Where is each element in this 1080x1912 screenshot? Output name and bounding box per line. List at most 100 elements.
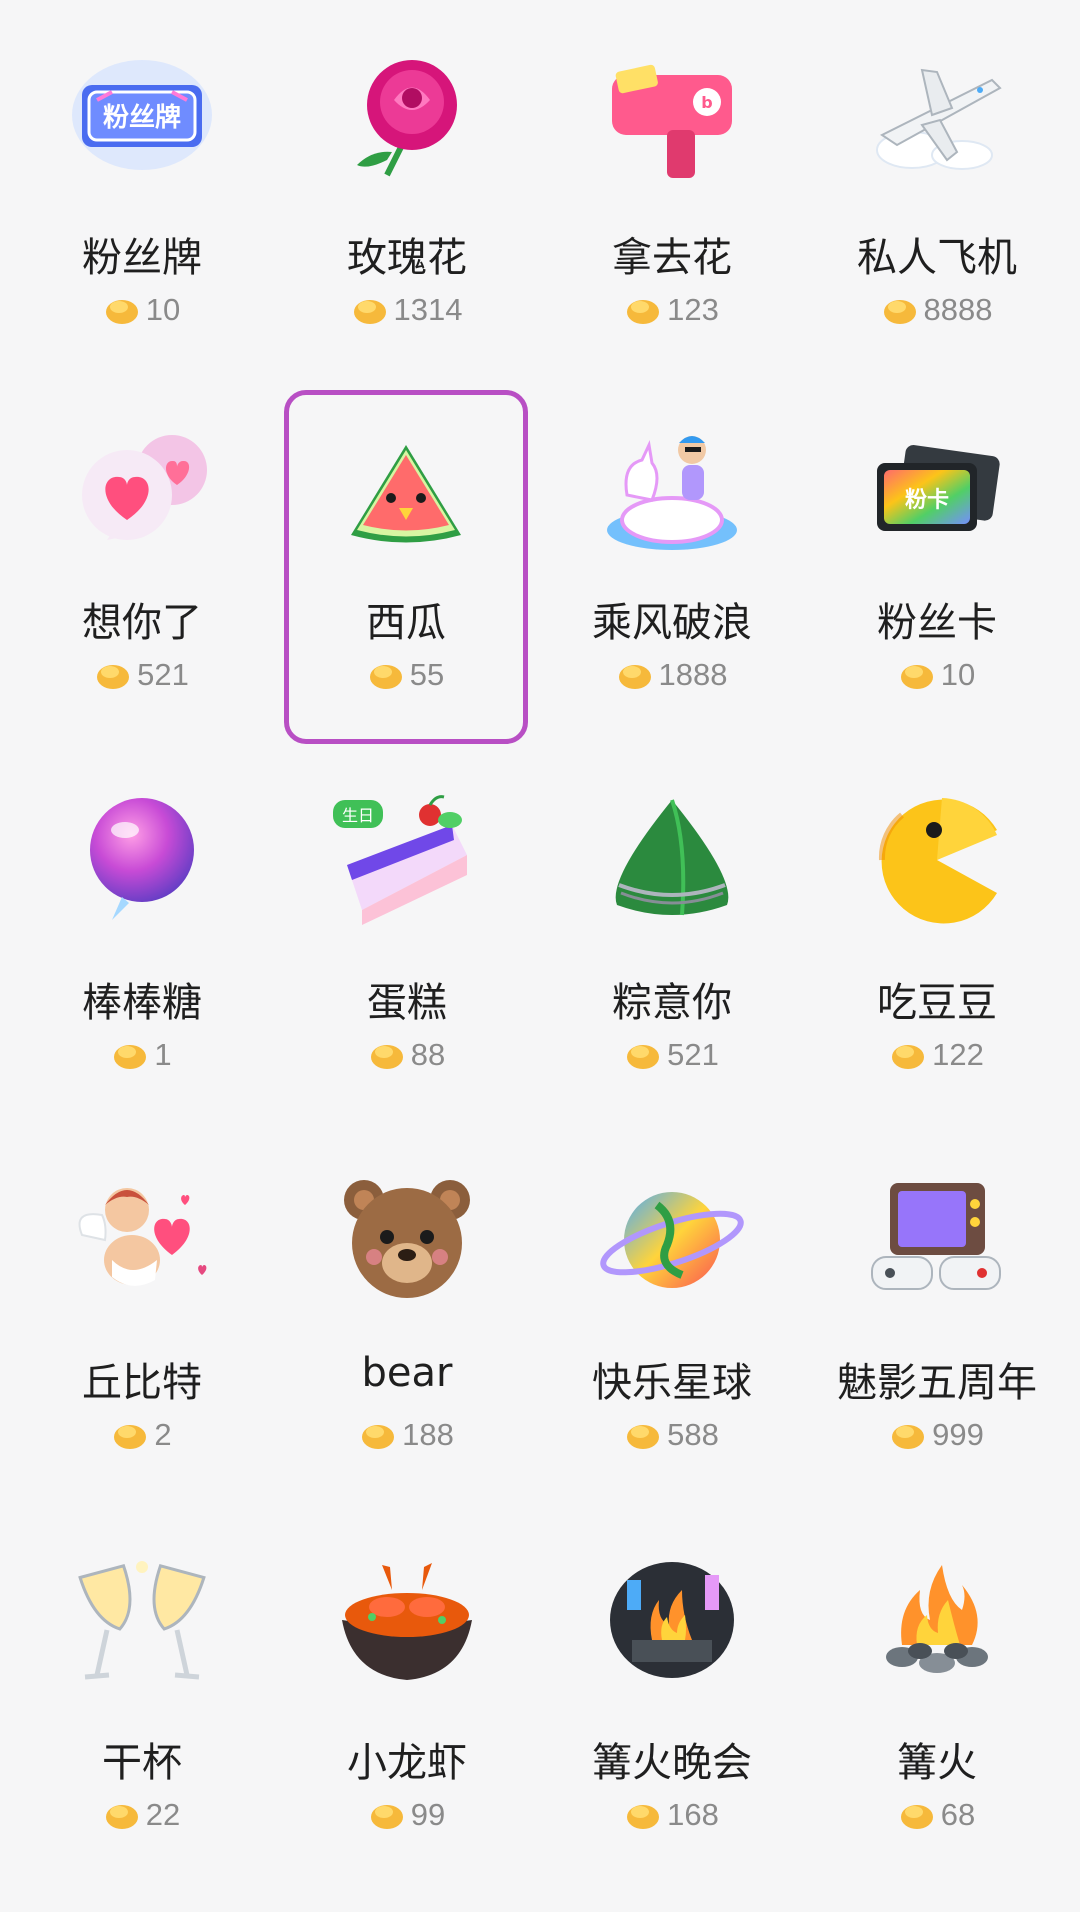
gift-price-value: 1314 [393, 292, 463, 327]
gift-price-value: 188 [402, 1417, 454, 1452]
gift-name: 西瓜 [366, 600, 446, 646]
gift-name: 吃豆豆 [877, 980, 997, 1026]
svg-text:粉丝牌: 粉丝牌 [103, 102, 181, 133]
gift-item-miss-you[interactable]: 想你了 521 [20, 390, 264, 744]
gift-name: 乘风破浪 [592, 600, 752, 646]
gift-price-value: 88 [410, 1037, 446, 1072]
coin-icon [625, 294, 661, 326]
gift-price-value: 10 [940, 657, 976, 692]
coin-icon [104, 1799, 140, 1831]
gift-price-value: 10 [145, 292, 181, 327]
coin-icon [95, 659, 131, 691]
gift-name: 想你了 [82, 600, 202, 646]
bear-icon [332, 1165, 482, 1315]
gift-item-private-jet[interactable]: 私人飞机 8888 [815, 25, 1059, 379]
gift-name: 棒棒糖 [82, 980, 202, 1026]
gift-item-cupid[interactable]: 丘比特 2 [20, 1150, 264, 1504]
gift-price: 10 [815, 657, 1059, 693]
bonfire-icon [862, 1545, 1012, 1695]
gift-name: 拿去花 [612, 235, 732, 281]
gift-item-lollipop[interactable]: 棒棒糖 1 [20, 770, 264, 1124]
coin-icon [890, 1039, 926, 1071]
gift-name: 干杯 [102, 1740, 182, 1786]
gift-price: 88 [285, 1037, 529, 1073]
coin-icon [625, 1419, 661, 1451]
gift-item-money-gun[interactable]: b 拿去花 123 [550, 25, 794, 379]
gift-item-fan-badge[interactable]: 粉丝牌 粉丝牌 10 [20, 25, 264, 379]
gift-price: 55 [289, 657, 523, 693]
gift-price: 521 [20, 657, 264, 693]
gift-price-value: 1888 [658, 657, 728, 692]
gift-price-value: 8888 [923, 292, 993, 327]
gift-item-bonfire[interactable]: 篝火 68 [815, 1530, 1059, 1884]
gift-name: 篝火 [897, 1740, 977, 1786]
gift-price-value: 168 [667, 1797, 719, 1832]
gift-item-crayfish[interactable]: 小龙虾 99 [285, 1530, 529, 1884]
gift-item-zongzi[interactable]: 粽意你 521 [550, 770, 794, 1124]
coin-icon [899, 659, 935, 691]
coin-icon [369, 1039, 405, 1071]
svg-text:粉卡: 粉卡 [905, 488, 949, 513]
gift-item-fan-card[interactable]: 粉卡 粉丝卡 10 [815, 390, 1059, 744]
gift-name: 私人飞机 [857, 235, 1017, 281]
gift-price: 1 [20, 1037, 264, 1073]
gift-price-value: 999 [932, 1417, 984, 1452]
gift-name: 篝火晚会 [592, 1740, 752, 1786]
gift-name: bear [361, 1350, 453, 1396]
unicorn-float-icon [597, 415, 747, 565]
bonfire-party-icon [597, 1545, 747, 1695]
gift-name: 丘比特 [82, 1360, 202, 1406]
lollipop-icon [67, 785, 217, 935]
coin-icon [617, 659, 653, 691]
gift-price-value: 122 [932, 1037, 984, 1072]
gift-price: 1888 [550, 657, 794, 693]
gift-item-bear[interactable]: bear 188 [285, 1150, 529, 1504]
gift-item-cheers[interactable]: 干杯 22 [20, 1530, 264, 1884]
gift-item-cake[interactable]: 生日 蛋糕 88 [285, 770, 529, 1124]
gift-item-unicorn-float[interactable]: 乘风破浪 1888 [550, 390, 794, 744]
birthday-badge: 生日 [333, 800, 384, 828]
gift-price: 22 [20, 1797, 264, 1833]
rose-icon [332, 40, 482, 190]
gift-name: 快乐星球 [592, 1360, 752, 1406]
gift-price: 999 [815, 1417, 1059, 1453]
gift-price: 2 [20, 1417, 264, 1453]
gift-price: 521 [550, 1037, 794, 1073]
gift-price: 99 [285, 1797, 529, 1833]
cupid-icon [67, 1165, 217, 1315]
gift-price: 168 [550, 1797, 794, 1833]
gift-price-value: 588 [667, 1417, 719, 1452]
gift-item-rose[interactable]: 玫瑰花 1314 [285, 25, 529, 379]
gift-price: 122 [815, 1037, 1059, 1073]
gift-name: 小龙虾 [347, 1740, 467, 1786]
coin-icon [625, 1039, 661, 1071]
gift-item-pacman[interactable]: 吃豆豆 122 [815, 770, 1059, 1124]
gift-item-retro-tv[interactable]: 魅影五周年 999 [815, 1150, 1059, 1504]
gift-price-value: 123 [667, 292, 719, 327]
gift-item-bonfire-party[interactable]: 篝火晚会 168 [550, 1530, 794, 1884]
gift-name: 粉丝卡 [877, 600, 997, 646]
gift-price-value: 55 [409, 657, 445, 692]
coin-icon [625, 1799, 661, 1831]
gift-item-watermelon[interactable]: 西瓜 55 [284, 390, 528, 744]
gift-price-value: 99 [410, 1797, 446, 1832]
money-gun-icon: b [597, 40, 747, 190]
coin-icon [112, 1039, 148, 1071]
fan-card-icon: 粉卡 [862, 415, 1012, 565]
watermelon-icon [331, 420, 481, 570]
crayfish-icon [332, 1545, 482, 1695]
coin-icon [360, 1419, 396, 1451]
private-jet-icon [862, 40, 1012, 190]
gift-price: 588 [550, 1417, 794, 1453]
coin-icon [899, 1799, 935, 1831]
pacman-icon [862, 785, 1012, 935]
coin-icon [104, 294, 140, 326]
coin-icon [890, 1419, 926, 1451]
coin-icon [112, 1419, 148, 1451]
coin-icon [368, 659, 404, 691]
gift-price-value: 22 [145, 1797, 181, 1832]
gift-price: 188 [285, 1417, 529, 1453]
gift-item-planet[interactable]: 快乐星球 588 [550, 1150, 794, 1504]
gift-name: 玫瑰花 [347, 235, 467, 281]
coin-icon [352, 294, 388, 326]
